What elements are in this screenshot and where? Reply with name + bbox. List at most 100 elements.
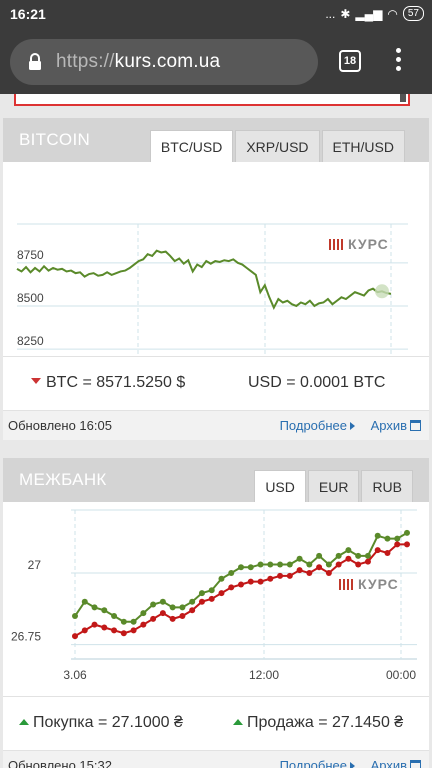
mezhbank-title: МЕЖБАНК: [19, 470, 107, 489]
data-point: [325, 561, 332, 568]
mezhbank-tabs: USD EUR RUB: [252, 470, 413, 502]
calendar-icon: [410, 760, 421, 768]
data-point: [72, 613, 78, 620]
series-line: [16, 249, 392, 310]
browser-toolbar: https://kurs.com.ua 18: [0, 30, 432, 94]
data-point: [150, 615, 157, 622]
status-icons: ... ✱ ▂▄▆ ◠ 57: [325, 6, 424, 21]
data-point: [218, 575, 225, 582]
bitcoin-footer: Обновлено 16:05 Подробнее Архив: [3, 410, 429, 440]
data-point: [306, 561, 313, 568]
kurs-logo-icon: [329, 239, 343, 250]
data-point: [384, 535, 391, 542]
y-tick-label: 8250: [17, 334, 44, 348]
bitcoin-section: BITCOIN BTC/USD XRP/USD ETH/USD 8750 8500…: [3, 118, 429, 440]
btc-rate: BTC = 8571.5250 $: [31, 374, 185, 392]
signal-icon: ▂▄▆: [355, 6, 383, 21]
data-point: [394, 535, 401, 542]
battery-icon: 57: [402, 6, 424, 21]
bitcoin-title: BITCOIN: [19, 130, 91, 149]
url-text: https://kurs.com.ua: [56, 51, 221, 72]
data-point: [208, 595, 215, 602]
y-tick-label: 8750: [17, 248, 44, 262]
y-tick-label: 26.75: [11, 630, 41, 644]
data-point: [140, 610, 147, 617]
mezhbank-more-link[interactable]: Подробнее: [280, 758, 355, 768]
mezhbank-section: МЕЖБАНК USD EUR RUB 27 26.75 3.06 12:00 00:0…: [3, 458, 429, 768]
data-point: [404, 541, 410, 548]
data-point: [81, 627, 88, 634]
data-point: [257, 578, 264, 585]
y-tick-label: 8500: [17, 291, 44, 305]
caret-right-icon: [350, 762, 355, 768]
data-point: [159, 610, 166, 617]
x-tick-label: 3.06: [63, 668, 87, 682]
scroll-handle: [400, 94, 406, 102]
bitcoin-tabs: BTC/USD XRP/USD ETH/USD: [148, 130, 405, 162]
data-point: [257, 561, 264, 568]
data-point: [374, 547, 381, 554]
kurs-logo: КУРС: [329, 236, 389, 252]
data-point: [238, 581, 244, 588]
arrow-up-icon: [233, 719, 243, 725]
x-tick-label: 12:00: [249, 668, 279, 682]
search-input[interactable]: [14, 94, 410, 106]
data-point: [277, 561, 284, 568]
tab-eur[interactable]: EUR: [307, 470, 360, 502]
data-point: [374, 532, 381, 539]
usd-btc-rate: USD = 0.0001 BTC: [248, 374, 386, 391]
calendar-icon: [410, 420, 421, 431]
tab-switcher-button[interactable]: 18: [339, 50, 361, 72]
data-point: [355, 561, 362, 568]
data-point: [384, 549, 391, 556]
bitcoin-chart: 8750850082503.0608:0016:00 КУРС: [3, 162, 429, 356]
data-point: [179, 613, 186, 620]
bitcoin-more-link[interactable]: Подробнее: [280, 418, 355, 433]
data-point: [238, 564, 244, 571]
tab-usd[interactable]: USD: [254, 470, 306, 502]
hover-marker: [374, 284, 389, 299]
tab-eth-usd[interactable]: ETH/USD: [321, 130, 405, 162]
buy-rate: Покупка = 27.1000 ₴: [19, 714, 183, 732]
data-point: [101, 624, 108, 631]
arrow-up-icon: [19, 719, 29, 725]
data-point: [208, 587, 215, 594]
data-point: [345, 547, 352, 554]
status-time: 16:21: [10, 6, 46, 22]
data-point: [286, 561, 293, 568]
data-point: [316, 564, 323, 571]
tab-xrp-usd[interactable]: XRP/USD: [235, 130, 320, 162]
mezhbank-footer: Обновлено 15:32 Подробнее Архив: [3, 750, 429, 768]
data-point: [111, 613, 118, 620]
data-point: [228, 584, 235, 591]
data-point: [169, 604, 176, 611]
tab-rub[interactable]: RUB: [361, 470, 413, 502]
data-point: [81, 598, 88, 605]
bitcoin-archive-link[interactable]: Архив: [371, 418, 421, 433]
bitcoin-chart-svg: 8750850082503.0608:0016:00: [16, 223, 408, 356]
data-point: [345, 555, 352, 562]
data-point: [267, 575, 274, 582]
caret-right-icon: [350, 422, 355, 430]
address-bar[interactable]: https://kurs.com.ua: [10, 39, 318, 85]
mezhbank-chart-svg: 27 26.75 3.06 12:00 00:00: [11, 509, 417, 682]
data-point: [228, 570, 235, 577]
mezhbank-archive-link[interactable]: Архив: [371, 758, 421, 768]
tab-btc-usd[interactable]: BTC/USD: [149, 130, 234, 162]
browser-menu-button[interactable]: [392, 48, 404, 76]
data-point: [111, 627, 118, 634]
sell-rate: Продажа = 27.1450 ₴: [233, 714, 403, 732]
data-point: [120, 618, 127, 625]
mezhbank-header: МЕЖБАНК USD EUR RUB: [3, 458, 429, 502]
status-bar: 16:21 ... ✱ ▂▄▆ ◠ 57: [0, 0, 432, 30]
data-point: [335, 552, 342, 559]
data-point: [267, 561, 274, 568]
notification-dots-icon: ...: [325, 6, 336, 21]
data-point: [130, 618, 137, 625]
data-point: [198, 598, 205, 605]
data-point: [335, 561, 342, 568]
lock-icon: [29, 53, 41, 70]
data-point: [296, 555, 303, 562]
data-point: [247, 564, 254, 571]
data-point: [91, 621, 98, 628]
